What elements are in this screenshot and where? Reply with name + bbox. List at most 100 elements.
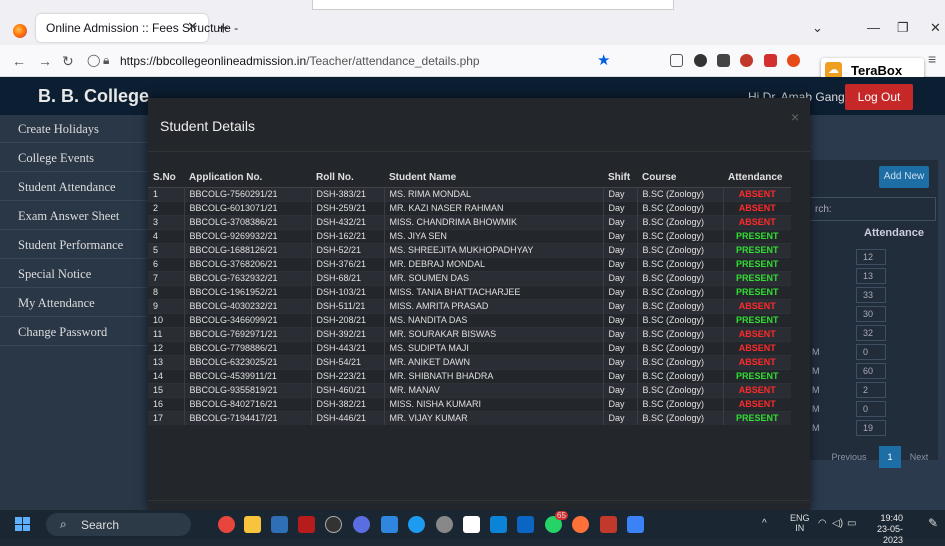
cell-shift: Day (602, 354, 637, 369)
openai-icon[interactable] (325, 516, 342, 533)
netflix-icon[interactable] (298, 516, 315, 533)
battery-icon[interactable]: ▭ (847, 518, 856, 529)
app-icon[interactable] (490, 516, 507, 533)
windows-start-icon[interactable] (15, 517, 30, 531)
back-icon[interactable]: ← (12, 53, 26, 69)
url-bar[interactable]: ◯ 🔒︎ https://bbcollegeonlineadmission.in… (86, 50, 620, 72)
lock-icon[interactable]: 🔒︎ (103, 53, 109, 68)
cell-roll: DSH-259/21 (310, 200, 384, 215)
cell-sno: 6 (148, 256, 184, 271)
extension-icon[interactable] (694, 54, 707, 67)
extension-icon[interactable] (740, 54, 753, 67)
browser-tab[interactable]: Online Admission :: Fees Structure - ✕ (36, 14, 238, 42)
pagination-next[interactable]: Next (904, 446, 934, 468)
extension-icon[interactable] (717, 54, 730, 67)
cell-shift: Day (602, 256, 637, 271)
sidebar-item-exam-answer-sheet[interactable]: Exam Answer Sheet (0, 202, 148, 230)
app-icon[interactable] (353, 516, 370, 533)
search-input[interactable]: rch: (808, 197, 936, 221)
attendance-status: ABSENT (722, 200, 791, 215)
pagination-previous[interactable]: Previous (826, 446, 872, 468)
college-brand[interactable]: B. B. College (38, 86, 149, 107)
firefox-taskbar-icon[interactable] (572, 516, 589, 533)
close-tab-icon[interactable]: ✕ (187, 19, 198, 35)
row-marker: M (812, 347, 820, 357)
attendance-cell: 2 (856, 382, 886, 398)
sidebar-item-student-performance[interactable]: Student Performance (0, 231, 148, 259)
table-header-row: S.No Application No. Roll No. Student Na… (148, 169, 791, 188)
mail-icon[interactable] (381, 516, 398, 533)
attendance-status: PRESENT (722, 242, 791, 257)
cell-roll: DSH-223/21 (310, 368, 384, 383)
table-row: 5 BBCOLG-1688126/21 DSH-52/21 MS. SHREEJITA… (148, 242, 791, 257)
app-icon[interactable] (517, 516, 534, 533)
menu-icon[interactable]: ≡ (928, 51, 936, 67)
new-tab-icon[interactable]: + (218, 18, 229, 39)
table-row: 10 BBCOLG-3466099/21 DSH-208/21 MS. NANDITA… (148, 312, 791, 327)
tray-chevron-icon[interactable]: ^ (762, 518, 767, 529)
cell-roll: DSH-376/21 (310, 256, 384, 271)
sidebar-item-college-events[interactable]: College Events (0, 144, 148, 172)
sidebar-item-student-attendance[interactable]: Student Attendance (0, 173, 148, 201)
chrome-icon[interactable] (218, 516, 235, 533)
app-icon[interactable] (600, 516, 617, 533)
cell-name: MS. SUDIPTA MAJI (383, 340, 603, 355)
modal-divider (148, 151, 810, 152)
app-icon[interactable] (271, 516, 288, 533)
notifications-icon[interactable]: ✎ (928, 516, 938, 530)
forward-icon[interactable]: → (38, 53, 52, 69)
sidebar-item-my-attendance[interactable]: My Attendance (0, 289, 148, 317)
column-header: Course (637, 169, 723, 188)
tracking-shield-icon[interactable]: ◯ (87, 53, 100, 67)
attendance-status: ABSENT (722, 298, 791, 313)
modal-footer-divider (148, 500, 810, 501)
sidebar-item-change-password[interactable]: Change Password (0, 318, 148, 346)
column-header: Student Name (384, 169, 603, 188)
row-marker: M (812, 385, 820, 395)
cell-app: BBCOLG-9355819/21 (183, 382, 311, 397)
file-explorer-icon[interactable] (244, 516, 261, 533)
logout-button[interactable]: Log Out (845, 84, 913, 110)
table-row: 4 BBCOLG-9269932/21 DSH-162/21 MS. JIYA SEN… (148, 228, 791, 243)
cell-roll: DSH-162/21 (310, 228, 384, 243)
sidebar-item-special-notice[interactable]: Special Notice (0, 260, 148, 288)
reload-icon[interactable]: ↻ (62, 53, 74, 70)
sidebar-item-create-holidays[interactable]: Create Holidays (0, 115, 148, 143)
taskbar-search[interactable]: ⌕ Search (46, 513, 191, 536)
pocket-icon[interactable] (670, 54, 683, 67)
attendance-status: ABSENT (722, 186, 791, 201)
app-icon[interactable] (627, 516, 644, 533)
tab-list-icon[interactable]: ⌄ (812, 20, 823, 36)
pagination-current-page[interactable]: 1 (879, 446, 901, 468)
add-new-button[interactable]: Add New (879, 166, 929, 188)
cell-name: MISS. NISHA KUMARI (383, 396, 603, 411)
taskbar-search-label: Search (81, 518, 120, 532)
settings-icon[interactable] (436, 516, 453, 533)
cell-course: B.SC (Zoology) (636, 298, 723, 313)
cell-shift: Day (602, 270, 637, 285)
cell-shift: Day (602, 410, 637, 425)
clock[interactable]: 19:40 23-05-2023 (858, 513, 903, 546)
navigation-bar: ← → ↻ ◯ 🔒︎ https://bbcollegeonlineadmiss… (0, 45, 945, 77)
cell-course: B.SC (Zoology) (636, 368, 723, 383)
cell-name: MR. DEBRAJ MONDAL (383, 256, 603, 271)
extension-icon[interactable] (764, 54, 777, 67)
close-icon[interactable]: × (791, 109, 799, 125)
volume-icon[interactable]: ◁) (832, 518, 843, 529)
cell-sno: 2 (148, 200, 184, 215)
column-header: S.No (148, 169, 184, 188)
cell-app: BBCOLG-1961952/21 (183, 284, 311, 299)
restore-icon[interactable]: ❐ (897, 20, 909, 36)
minimize-icon[interactable]: — (867, 20, 880, 35)
bookmark-star-icon[interactable]: ★ (597, 51, 610, 69)
wifi-icon[interactable]: ◠ (818, 518, 827, 529)
cell-sno: 13 (148, 354, 184, 369)
terabox-label: TeraBox (851, 63, 903, 78)
cell-course: B.SC (Zoology) (636, 214, 723, 229)
app-icon[interactable] (463, 516, 480, 533)
extension-icon[interactable] (787, 54, 800, 67)
close-window-icon[interactable]: ✕ (930, 20, 941, 36)
telegram-icon[interactable] (408, 516, 425, 533)
table-row: 15 BBCOLG-9355819/21 DSH-460/21 MR. MANAV Da… (148, 382, 791, 397)
attendance-status: PRESENT (722, 256, 791, 271)
